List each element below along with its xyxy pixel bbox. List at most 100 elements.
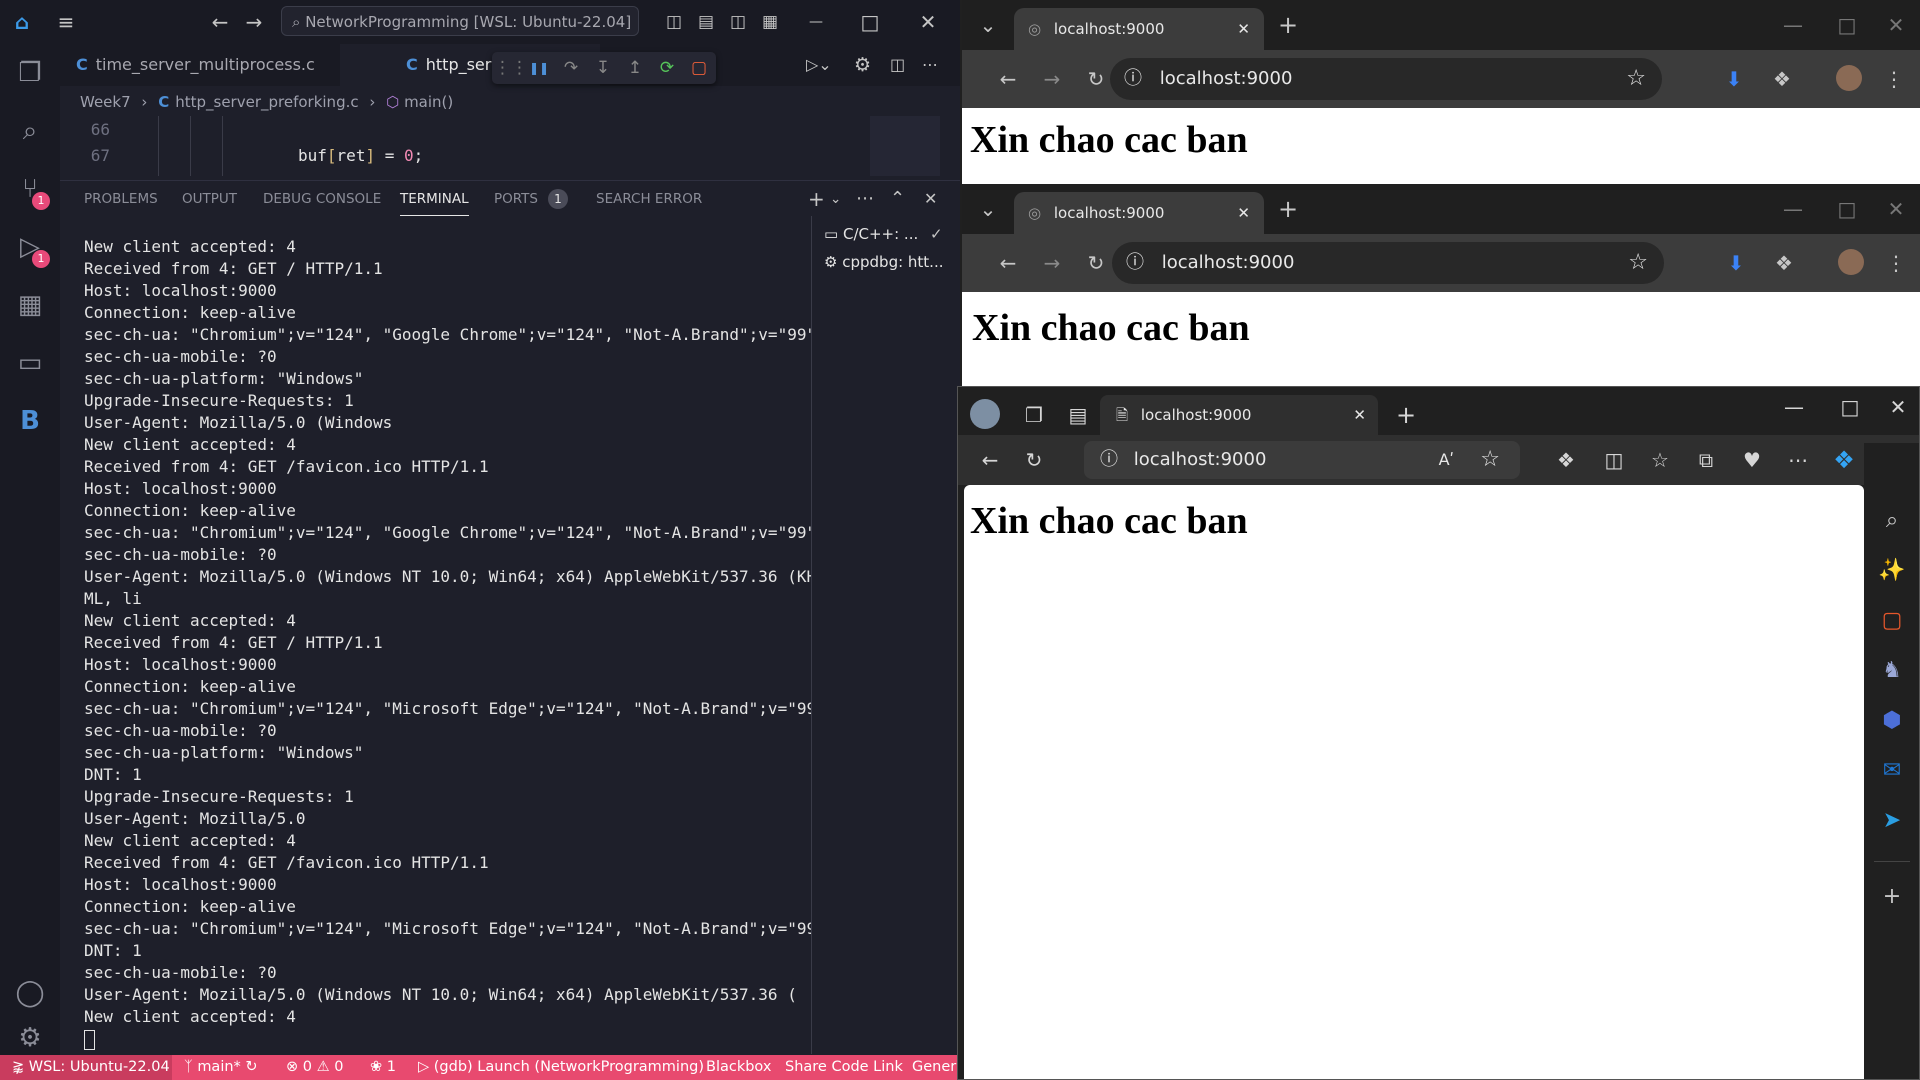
shopping-tag-icon[interactable]: ✨ <box>1864 547 1919 595</box>
close-icon[interactable]: ✕ <box>910 0 946 44</box>
tab-ports[interactable]: PORTS <box>494 181 538 217</box>
microsoft365-icon[interactable]: ⬢ <box>1864 697 1919 745</box>
menu-icon[interactable]: ≡ <box>48 0 84 44</box>
search-icon[interactable]: ⌕ <box>1864 497 1919 545</box>
new-tab-icon[interactable]: + <box>1268 5 1308 45</box>
new-tab-icon[interactable]: + <box>1386 395 1426 435</box>
tab-actions-icon[interactable]: ▤ <box>1058 395 1098 435</box>
minimize-icon[interactable]: — <box>1773 5 1813 45</box>
debug-launch-indicator[interactable]: ▷ (gdb) Launch (NetworkProgramming) <box>418 1055 704 1080</box>
download-icon[interactable]: ⬇ <box>1714 59 1754 99</box>
close-icon[interactable]: ✕ <box>1876 189 1916 229</box>
copilot-icon[interactable]: ❖ <box>1824 440 1864 480</box>
tab-debug-console[interactable]: DEBUG CONSOLE <box>263 181 381 217</box>
settings-gear-icon[interactable]: ⚙ <box>854 44 871 86</box>
menu-kebab-icon[interactable]: ⋮ <box>1876 243 1916 283</box>
close-icon[interactable]: ✕ <box>1876 5 1916 45</box>
step-into-icon[interactable]: ↧ <box>588 52 618 84</box>
toggle-sidebar-icon[interactable]: ◫ <box>656 0 692 44</box>
forward-icon[interactable]: → <box>236 0 272 44</box>
back-icon[interactable]: ← <box>970 440 1010 480</box>
remote-indicator[interactable]: ⪊ WSL: Ubuntu-22.04 <box>0 1055 172 1080</box>
outlook-icon[interactable]: ✉ <box>1864 747 1919 795</box>
back-icon[interactable]: ← <box>988 59 1028 99</box>
tab-time-server[interactable]: Ctime_server_multiprocess.c <box>76 44 376 86</box>
more-actions-icon[interactable]: ⋯ <box>856 181 874 217</box>
code-editor[interactable]: 66 67 buf[ret] = 0; <box>60 116 960 176</box>
collections-icon[interactable]: ⧉ <box>1686 440 1726 480</box>
toggle-secondary-sidebar-icon[interactable]: ◫ <box>720 0 756 44</box>
minimize-icon[interactable]: — <box>798 0 834 44</box>
close-icon[interactable]: ✕ <box>1878 387 1918 427</box>
reload-icon[interactable]: ↻ <box>1076 243 1116 283</box>
address-bar[interactable]: ⓘ localhost:9000 ☆ <box>1110 58 1662 100</box>
close-panel-icon[interactable]: ✕ <box>924 181 937 217</box>
back-icon[interactable]: ← <box>988 243 1028 283</box>
remote-explorer-icon[interactable]: ▭ <box>0 334 60 392</box>
avatar[interactable] <box>1838 249 1864 275</box>
step-out-icon[interactable]: ↥ <box>620 52 650 84</box>
problems-indicator[interactable]: ⊗ 0 ⚠ 0 <box>286 1055 343 1080</box>
tab-search-error[interactable]: SEARCH ERROR <box>596 181 702 217</box>
browser-tab[interactable]: ◎ localhost:9000 ✕ <box>1014 8 1264 50</box>
new-terminal-icon[interactable]: + <box>808 181 825 217</box>
address-bar[interactable]: ⓘ localhost:9000 Aʹ ☆ <box>1084 441 1520 479</box>
add-sidebar-app-icon[interactable]: + <box>1864 873 1919 921</box>
run-debug-dropdown-icon[interactable]: ▷⌄ <box>806 44 832 86</box>
tab-terminal[interactable]: TERMINAL <box>400 181 469 216</box>
tools-briefcase-icon[interactable]: ▢ <box>1864 597 1919 645</box>
bookmark-star-icon[interactable]: ☆ <box>1626 58 1646 100</box>
site-info-icon[interactable]: ⓘ <box>1124 68 1142 89</box>
maximize-icon[interactable]: □ <box>852 0 888 44</box>
terminal-item-cppdbg[interactable]: ⚙ cppdbg: htt... <box>824 248 954 276</box>
run-debug-icon[interactable]: ▷ 1 <box>0 218 60 276</box>
browser-tab[interactable]: ◎ localhost:9000 ✕ <box>1014 192 1264 234</box>
share-code-link[interactable]: Share Code Link <box>785 1055 903 1080</box>
split-editor-icon[interactable]: ◫ <box>890 44 905 86</box>
workspaces-icon[interactable]: ❐ <box>1014 395 1054 435</box>
tab-output[interactable]: OUTPUT <box>182 181 237 217</box>
drag-handle-icon[interactable]: ⋮⋮ <box>494 52 528 84</box>
breadcrumb-folder[interactable]: Week7 <box>80 93 131 111</box>
breadcrumb-symbol[interactable]: main() <box>404 93 453 111</box>
favorite-star-icon[interactable]: ☆ <box>1480 441 1500 479</box>
breadcrumb-file[interactable]: http_server_preforking.c <box>175 93 358 111</box>
maximize-icon[interactable]: □ <box>1827 189 1867 229</box>
tab-search-icon[interactable]: ⌄ <box>968 189 1008 229</box>
command-center[interactable]: ⌕ NetworkProgramming [WSL: Ubuntu-22.04] <box>281 6 639 36</box>
account-icon[interactable]: ◯ <box>0 964 60 1022</box>
games-icon[interactable]: ♞ <box>1864 647 1919 695</box>
new-tab-icon[interactable]: + <box>1268 189 1308 229</box>
more-actions-icon[interactable]: ⋯ <box>922 44 938 86</box>
toggle-panel-icon[interactable]: ▤ <box>688 0 724 44</box>
extensions-icon[interactable]: ❖ <box>1762 59 1802 99</box>
avatar[interactable] <box>1836 65 1862 91</box>
settings-more-icon[interactable]: ⋯ <box>1778 440 1818 480</box>
back-icon[interactable]: ← <box>202 0 238 44</box>
maximize-panel-icon[interactable]: ⌃ <box>890 181 905 217</box>
maximize-icon[interactable]: □ <box>1830 387 1870 427</box>
minimap[interactable] <box>870 116 940 176</box>
forward-icon[interactable]: → <box>1032 243 1072 283</box>
read-aloud-icon[interactable]: Aʹ <box>1439 441 1454 479</box>
tab-problems[interactable]: PROBLEMS <box>84 181 158 217</box>
extensions-icon[interactable]: ▦ <box>0 276 60 334</box>
site-info-icon[interactable]: ⓘ <box>1126 252 1144 273</box>
restart-icon[interactable]: ⟳ <box>652 52 682 84</box>
forward-icon[interactable]: → <box>1032 59 1072 99</box>
browser-essentials-icon[interactable]: ♥ <box>1732 440 1772 480</box>
minimize-icon[interactable]: — <box>1774 387 1814 427</box>
browser-tab[interactable]: 🗎 localhost:9000 ✕ <box>1100 395 1378 435</box>
send-icon[interactable]: ➤ <box>1864 797 1919 845</box>
address-bar[interactable]: ⓘ localhost:9000 ☆ <box>1112 242 1664 284</box>
tab-search-icon[interactable]: ⌄ <box>968 5 1008 45</box>
ports-indicator[interactable]: ❀ 1 <box>370 1055 396 1080</box>
close-tab-icon[interactable]: ✕ <box>1353 395 1366 435</box>
site-info-icon[interactable]: ⓘ <box>1100 449 1118 470</box>
close-tab-icon[interactable]: ✕ <box>1237 8 1250 50</box>
minimize-icon[interactable]: — <box>1773 189 1813 229</box>
split-screen-icon[interactable]: ◫ <box>1594 440 1634 480</box>
bookmark-star-icon[interactable]: ☆ <box>1628 242 1648 284</box>
pause-icon[interactable]: ❚❚ <box>524 52 554 84</box>
menu-kebab-icon[interactable]: ⋮ <box>1874 59 1914 99</box>
